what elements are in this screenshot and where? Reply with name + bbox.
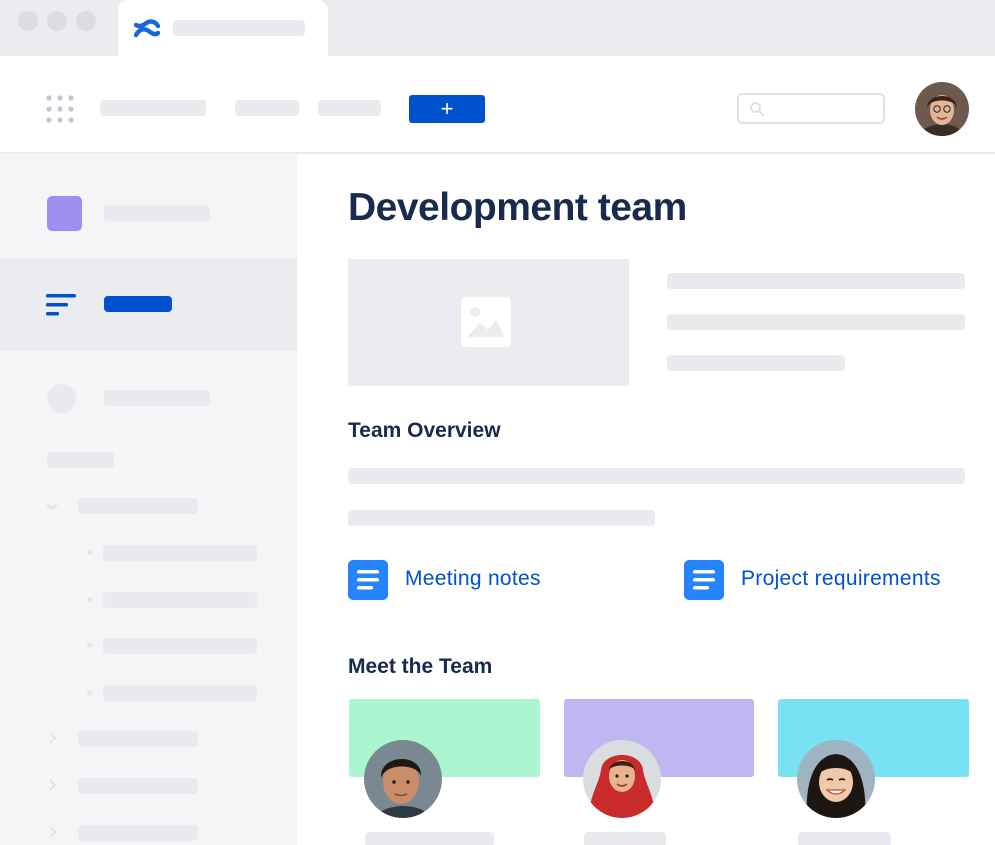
sidebar-item-placeholder[interactable] xyxy=(104,390,210,406)
team-member-avatar[interactable] xyxy=(364,740,442,818)
chevron-down-icon[interactable] xyxy=(45,500,59,514)
window-close-dot[interactable] xyxy=(18,11,38,31)
search-icon xyxy=(750,102,764,116)
window-maximize-dot[interactable] xyxy=(76,11,96,31)
user-avatar-photo xyxy=(915,82,969,136)
bullet-dot-icon xyxy=(87,690,92,695)
tab-title-placeholder xyxy=(173,20,305,36)
team-member-photo xyxy=(364,740,442,818)
bullet-dot-icon xyxy=(87,643,92,648)
nav-item-placeholder[interactable] xyxy=(318,100,381,116)
image-placeholder[interactable] xyxy=(348,259,629,386)
confluence-logo-icon xyxy=(134,19,160,38)
tree-child-placeholder[interactable] xyxy=(103,638,257,654)
page-title: Development team xyxy=(348,186,687,229)
text-line-placeholder xyxy=(667,314,965,330)
sidebar-section-label-placeholder xyxy=(47,452,114,468)
member-name-placeholder xyxy=(798,832,891,845)
team-member-avatar[interactable] xyxy=(583,740,661,818)
search-input[interactable] xyxy=(737,93,885,124)
tree-item-placeholder[interactable] xyxy=(78,825,198,841)
tree-item-placeholder[interactable] xyxy=(78,731,198,747)
team-member-photo xyxy=(797,740,875,818)
space-name-placeholder[interactable] xyxy=(104,205,210,221)
active-item-label-placeholder xyxy=(104,296,172,312)
window-minimize-dot[interactable] xyxy=(47,11,67,31)
tree-item-placeholder[interactable] xyxy=(78,498,198,514)
team-member-avatar[interactable] xyxy=(797,740,875,818)
team-member-photo xyxy=(583,740,661,818)
text-line-placeholder xyxy=(348,468,965,484)
chevron-right-icon[interactable] xyxy=(45,825,59,839)
tree-child-placeholder[interactable] xyxy=(103,685,257,701)
tree-child-placeholder[interactable] xyxy=(103,592,257,608)
member-name-placeholder xyxy=(365,832,494,845)
nav-item-placeholder[interactable] xyxy=(235,100,299,116)
user-avatar[interactable] xyxy=(915,82,969,136)
browser-tab[interactable] xyxy=(118,0,328,56)
team-overview-heading: Team Overview xyxy=(348,419,501,442)
sidebar-circle-icon xyxy=(47,384,76,413)
app-switcher-grid-icon[interactable] xyxy=(46,95,74,123)
tree-child-placeholder[interactable] xyxy=(103,545,257,561)
space-icon[interactable] xyxy=(47,196,82,231)
chevron-right-icon[interactable] xyxy=(45,731,59,745)
meet-the-team-heading: Meet the Team xyxy=(348,655,493,678)
bullet-dot-icon xyxy=(87,597,92,602)
bullet-dot-icon xyxy=(87,550,92,555)
page-tree-icon xyxy=(46,294,76,316)
text-line-placeholder xyxy=(667,355,845,371)
member-name-placeholder xyxy=(584,832,666,845)
create-button[interactable]: + xyxy=(409,95,485,123)
meeting-notes-link[interactable]: Meeting notes xyxy=(405,567,541,591)
tree-item-placeholder[interactable] xyxy=(78,778,198,794)
chevron-right-icon[interactable] xyxy=(45,778,59,792)
text-line-placeholder xyxy=(667,273,965,289)
image-icon xyxy=(461,297,511,347)
nav-item-placeholder[interactable] xyxy=(100,100,206,116)
text-line-placeholder xyxy=(348,510,655,526)
project-requirements-link[interactable]: Project requirements xyxy=(741,567,941,591)
document-icon[interactable] xyxy=(684,560,724,600)
document-icon[interactable] xyxy=(348,560,388,600)
